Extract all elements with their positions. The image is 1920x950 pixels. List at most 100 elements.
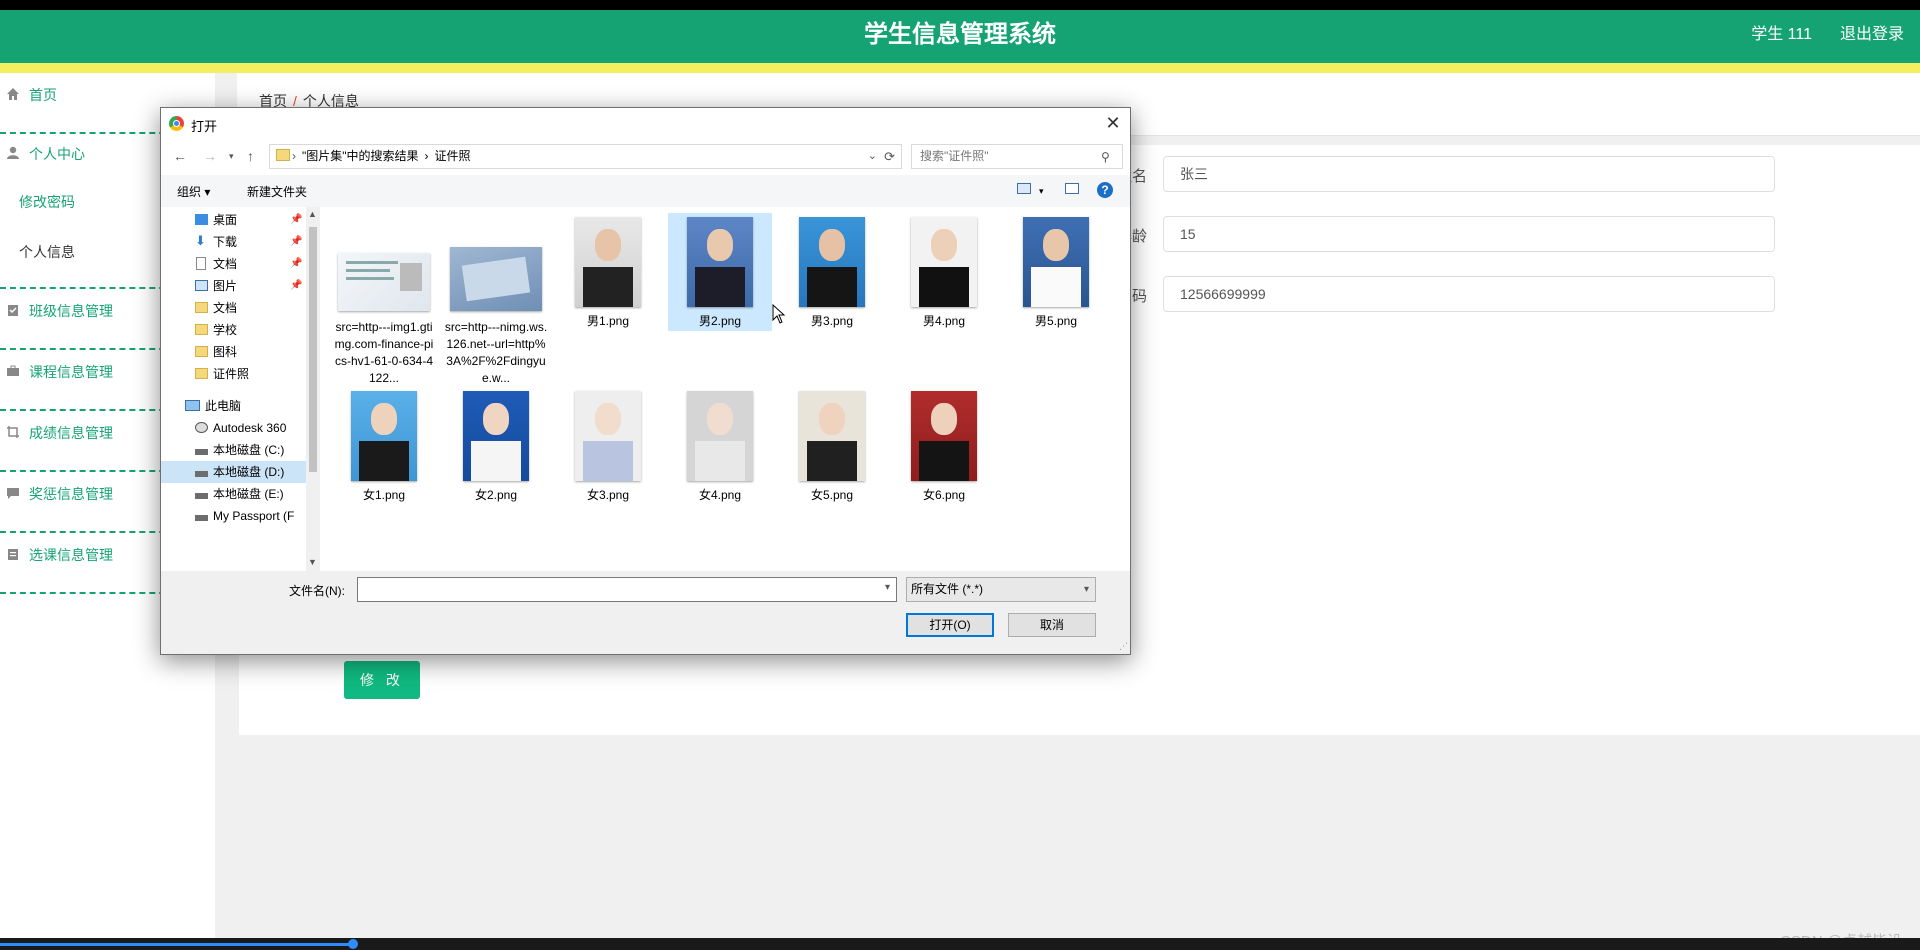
tree-item-downloads[interactable]: ⬇ 下载 📌 — [161, 231, 306, 253]
progress-knob[interactable] — [348, 939, 359, 949]
file-name: 男5.png — [1034, 314, 1078, 328]
file-thumbnail — [687, 217, 753, 307]
dialog-titlebar: 打开 ✕ — [161, 108, 1130, 139]
file-thumbnail — [575, 217, 641, 307]
age-field[interactable]: 15 — [1163, 216, 1775, 252]
file-item[interactable]: 男3.png — [780, 215, 884, 335]
file-item[interactable]: 女1.png — [332, 389, 436, 509]
path-search-results[interactable]: "图片集"中的搜索结果 — [302, 149, 419, 163]
new-folder-button[interactable]: 新建文件夹 — [247, 183, 307, 200]
chevron-up-icon[interactable]: ▲ — [308, 209, 317, 219]
file-item[interactable]: src=http---nimg.ws.126.net--url=http%3A%… — [444, 215, 548, 385]
file-item[interactable]: 女6.png — [892, 389, 996, 509]
filename-input[interactable]: ▾ — [357, 577, 897, 602]
search-input[interactable]: 搜索"证件照" — [911, 144, 1123, 169]
scrollbar-thumb[interactable] — [309, 227, 317, 472]
file-thumbnail — [463, 391, 529, 481]
computer-icon — [185, 400, 200, 411]
file-thumbnail — [1023, 217, 1089, 307]
clipboard-check-icon — [6, 303, 20, 317]
tree-item-label: 下载 — [213, 235, 238, 249]
modify-button[interactable]: 修 改 — [344, 661, 420, 699]
tree-item-folder[interactable]: 文档 — [161, 297, 306, 319]
sidebar-item-label: 班级信息管理 — [29, 303, 113, 319]
tree-item-this-pc[interactable]: 此电脑 — [161, 395, 306, 417]
document-icon — [196, 257, 206, 270]
chevron-down-icon[interactable]: ▾ — [885, 582, 890, 593]
view-mode-icon[interactable] — [1017, 183, 1031, 194]
open-button[interactable]: 打开(O) — [906, 613, 994, 637]
briefcase-icon — [6, 364, 20, 378]
file-item[interactable]: 男4.png — [892, 215, 996, 335]
chevron-right-icon: › — [292, 149, 296, 163]
filetype-select[interactable]: 所有文件 (*.*) ▾ — [906, 577, 1096, 602]
chrome-icon — [169, 116, 184, 131]
file-item[interactable]: 男5.png — [1004, 215, 1108, 335]
file-thumbnail — [799, 391, 865, 481]
tree-item-label: 图科 — [213, 345, 238, 359]
file-item[interactable]: 男1.png — [556, 215, 660, 335]
tree-item-folder[interactable]: 学校 — [161, 319, 306, 341]
app-title: 学生信息管理系统 — [864, 21, 1056, 48]
file-item[interactable]: src=http---img1.gtimg.com-finance-pics-h… — [332, 215, 436, 385]
pin-icon: 📌 — [290, 236, 303, 247]
file-item[interactable]: 女3.png — [556, 389, 660, 509]
tree-item-passport[interactable]: My Passport (F — [161, 505, 306, 527]
pin-icon: 📌 — [290, 214, 303, 225]
cancel-button[interactable]: 取消 — [1008, 613, 1096, 637]
video-progress-bar[interactable] — [0, 938, 1920, 950]
file-item[interactable]: 女2.png — [444, 389, 548, 509]
tree-item-drive-e[interactable]: 本地磁盘 (E:) — [161, 483, 306, 505]
forward-arrow-icon[interactable]: → — [203, 148, 217, 164]
folder-icon — [195, 302, 208, 313]
chevron-right-icon: › — [424, 149, 429, 163]
address-bar[interactable]: › "图片集"中的搜索结果 › 证件照 ⌄ ⟳ — [269, 144, 902, 169]
tree-item-folder[interactable]: 证件照 — [161, 363, 306, 385]
chevron-down-icon[interactable]: ▼ — [308, 557, 317, 567]
logout-link[interactable]: 退出登录 — [1840, 10, 1904, 60]
dialog-title: 打开 — [191, 119, 218, 134]
drive-icon — [195, 493, 208, 499]
tree-item-desktop[interactable]: 桌面 📌 — [161, 209, 306, 231]
file-name: 男1.png — [586, 314, 630, 328]
up-arrow-icon[interactable]: ↑ — [247, 148, 254, 164]
file-thumbnail — [338, 253, 430, 311]
tree-item-drive-d[interactable]: 本地磁盘 (D:) — [161, 461, 306, 483]
sidebar-item-label: 个人信息 — [19, 244, 75, 260]
file-item[interactable]: 女5.png — [780, 389, 884, 509]
organize-menu[interactable]: 组织 ▾ — [177, 183, 210, 200]
preview-pane-icon[interactable] — [1065, 183, 1079, 194]
tree-item-drive-c[interactable]: 本地磁盘 (C:) — [161, 439, 306, 461]
chevron-down-icon: ▾ — [1083, 584, 1089, 595]
file-name: 男2.png — [698, 314, 742, 328]
file-name: 男3.png — [810, 314, 854, 328]
recent-chevron-icon[interactable]: ▾ — [229, 151, 234, 162]
file-item[interactable]: 女4.png — [668, 389, 772, 509]
tree-item-documents[interactable]: 文档 📌 — [161, 253, 306, 275]
resize-grip-icon[interactable]: ⋰ — [1119, 641, 1128, 652]
home-icon — [6, 87, 20, 101]
tree-item-label: 文档 — [213, 301, 238, 315]
top-header: 学生信息管理系统 学生 111 退出登录 — [0, 10, 1920, 63]
chevron-down-icon[interactable]: ⌄ — [868, 145, 877, 168]
file-name: src=http---img1.gtimg.com-finance-pics-h… — [334, 320, 434, 385]
tree-item-folder[interactable]: 图科 — [161, 341, 306, 363]
chevron-down-icon[interactable]: ▾ — [1039, 186, 1044, 197]
help-icon[interactable]: ? — [1097, 182, 1113, 198]
file-item-selected[interactable]: 男2.png — [668, 213, 772, 331]
back-arrow-icon[interactable]: ← — [173, 148, 187, 164]
path-folder[interactable]: 证件照 — [435, 149, 471, 163]
folder-icon — [195, 368, 208, 379]
tree-item-label: 图片 — [213, 279, 238, 293]
refresh-icon[interactable]: ⟳ — [884, 145, 895, 168]
watermark: CSDN @卓越毕设 — [1780, 930, 1902, 938]
phone-field[interactable]: 12566699999 — [1163, 276, 1775, 312]
tree-item-pictures[interactable]: 图片 📌 — [161, 275, 306, 297]
nav-scrollbar[interactable]: ▲ ▼ — [306, 207, 320, 571]
file-thumbnail — [911, 217, 977, 307]
close-icon[interactable]: ✕ — [1102, 112, 1124, 134]
file-name: 女2.png — [474, 488, 518, 502]
cloud-drive-icon — [195, 422, 208, 433]
name-field[interactable]: 张三 — [1163, 156, 1775, 192]
tree-item-autodesk[interactable]: Autodesk 360 — [161, 417, 306, 439]
